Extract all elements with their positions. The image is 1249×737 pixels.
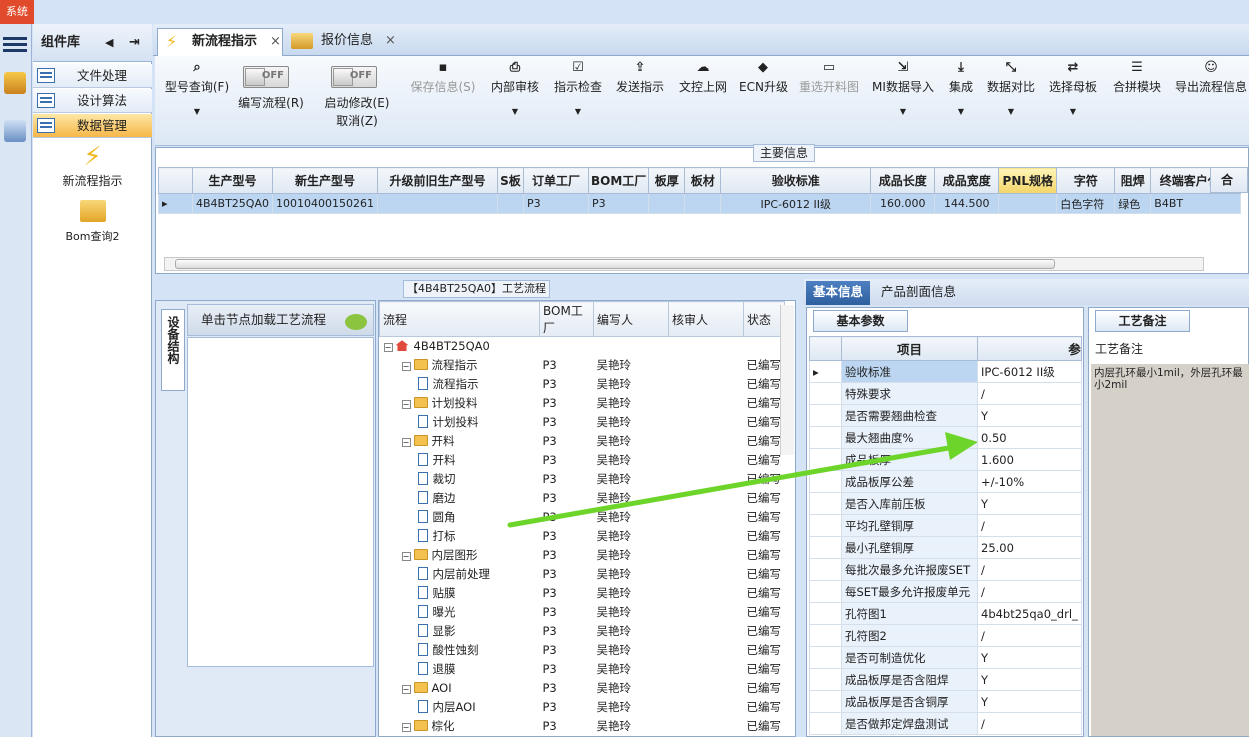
annotation-arrow bbox=[507, 432, 978, 528]
arrow-line bbox=[507, 443, 963, 528]
arrow-head bbox=[945, 432, 978, 460]
